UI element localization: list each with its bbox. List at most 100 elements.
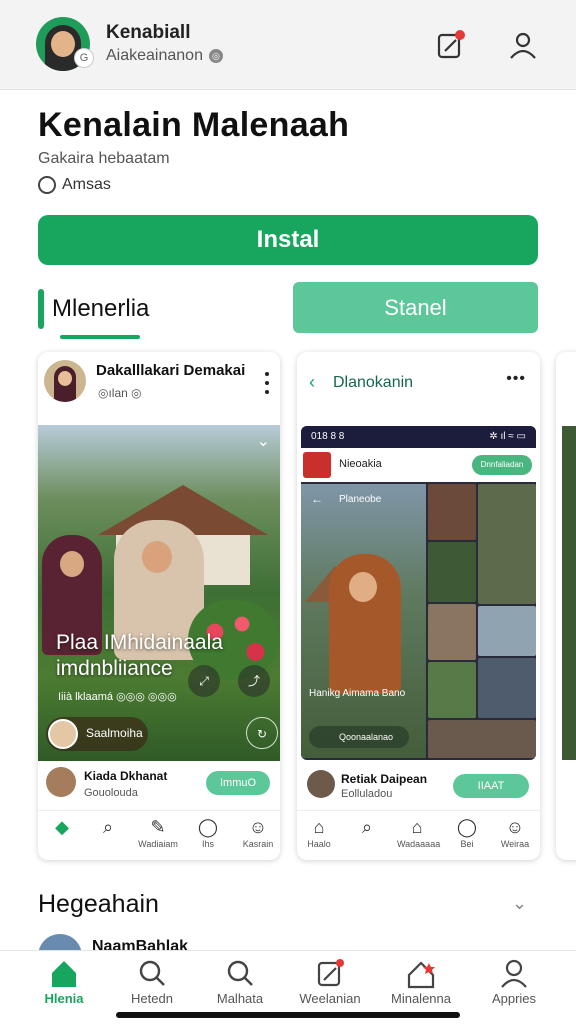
user-icon[interactable] bbox=[508, 30, 538, 60]
card-nav: ◆ ⌕ ✎ Wadiaiam ◯ Ihs ☺ Kasrain bbox=[38, 810, 280, 860]
home-icon bbox=[52, 961, 76, 987]
tab-details[interactable]: Stanel bbox=[293, 282, 538, 333]
clock-icon bbox=[38, 176, 56, 194]
card-nav-chat[interactable]: ◯ Bei bbox=[447, 817, 487, 849]
search-icon: ⌕ bbox=[361, 817, 373, 837]
house-icon bbox=[407, 961, 435, 989]
grid-photo bbox=[478, 606, 536, 656]
follow-button[interactable]: ImmuO bbox=[206, 771, 270, 795]
search-icon bbox=[139, 960, 165, 986]
grid-photo bbox=[428, 604, 476, 660]
more-icon[interactable]: ••• bbox=[506, 370, 526, 388]
image-caption: Hanikg Aimama Bano bbox=[309, 688, 406, 699]
post-overlay-meta: Iiià lklaamá ◎◎◎ ◎◎◎ bbox=[58, 691, 177, 703]
avatar[interactable] bbox=[307, 770, 335, 798]
card-nav-chat[interactable]: ◯ Ihs bbox=[188, 817, 228, 849]
grid-photo bbox=[428, 720, 536, 758]
nav-item-places[interactable]: Minalenna bbox=[373, 957, 469, 1006]
follow-button[interactable]: IIAAT bbox=[453, 774, 529, 798]
tab-overview[interactable]: Mlenerlia bbox=[38, 285, 288, 339]
card-nav-home[interactable]: ◆ bbox=[42, 817, 82, 839]
expand-icon[interactable]: ⤢ bbox=[188, 665, 220, 697]
card-nav-edit[interactable]: ✎ Wadiaiam bbox=[138, 817, 178, 849]
share-icon[interactable]: ⤴ bbox=[238, 665, 270, 697]
grid-photo bbox=[428, 484, 476, 540]
feature-image: ← Planeobe Hanikg Aimama Bano Qoonaalana… bbox=[301, 484, 426, 758]
screenshot-card-2[interactable]: ‹ Dlanokanin ••• 018 8 8 ✲ ıl ≈ ▭ Nieoaki… bbox=[297, 352, 540, 860]
post-image: ⌄ Plaa IMhidainaala imdnbliiance Iiià lk… bbox=[38, 425, 280, 761]
footer-subtitle: Eolluladou bbox=[341, 788, 393, 800]
card-nav-profile[interactable]: ☺ Weiraa bbox=[495, 817, 535, 849]
avatar[interactable] bbox=[44, 360, 86, 402]
section-title: Hegeahain bbox=[38, 890, 159, 918]
nav-item-write[interactable]: Weelanian bbox=[282, 957, 378, 1006]
footer-subtitle: Gouolouda bbox=[84, 787, 138, 799]
card-nav-profile[interactable]: ☺ Kasrain bbox=[238, 817, 278, 849]
rating-text: Amsas bbox=[62, 176, 111, 194]
app-title: Kenalain Malenaah bbox=[38, 106, 350, 144]
app-header: Nieoakia Dnnfaliadan bbox=[301, 448, 536, 482]
top-bar: G Kenabiall Aiakeainanon ◎ bbox=[0, 0, 576, 90]
edit-icon[interactable] bbox=[436, 30, 466, 60]
author-chip[interactable]: Saalmoiha bbox=[46, 717, 148, 751]
phone-screenshot: 018 8 8 ✲ ıl ≈ ▭ Nieoakia Dnnfaliadan ← P… bbox=[301, 426, 536, 760]
post-overlay-title: Plaa IMhidainaala imdnbliiance bbox=[56, 631, 223, 680]
card-nav-search[interactable]: ⌕ bbox=[347, 817, 387, 839]
chevron-down-icon[interactable]: ⌄ bbox=[257, 431, 270, 451]
avatar[interactable] bbox=[46, 767, 76, 797]
post-author-handle: ◎ılan ◎ bbox=[98, 386, 142, 400]
search-icon bbox=[227, 960, 253, 986]
grid-photo bbox=[428, 662, 476, 718]
grid-photo bbox=[428, 542, 476, 602]
nav-item-home[interactable]: Hlenia bbox=[16, 957, 112, 1006]
refresh-icon[interactable]: ↻ bbox=[246, 717, 278, 749]
user-icon: ☺ bbox=[248, 817, 268, 837]
image-title: Planeobe bbox=[339, 494, 382, 505]
avatar-face bbox=[51, 31, 75, 57]
grid-photo bbox=[478, 658, 536, 718]
card-nav-house[interactable]: ⌂ Wadaaaaa bbox=[397, 817, 440, 849]
search-icon: ⌕ bbox=[102, 817, 114, 837]
app-logo-icon bbox=[303, 452, 331, 478]
back-icon[interactable]: ← bbox=[311, 492, 323, 506]
card-title: Dlanokanin bbox=[333, 374, 414, 391]
globe-icon: ◎ bbox=[208, 48, 223, 63]
author-chip[interactable]: Qoonaalanao bbox=[309, 726, 409, 748]
avatar-face bbox=[58, 371, 72, 386]
house-icon: ⌂ bbox=[411, 817, 423, 837]
footer-name: Retiak Daipean bbox=[341, 772, 428, 786]
account-subtitle-text: Aiakeainanon bbox=[106, 47, 203, 64]
grid-photo bbox=[478, 484, 536, 604]
more-icon[interactable] bbox=[264, 372, 270, 400]
back-icon[interactable]: ‹ bbox=[309, 372, 315, 393]
nav-item-apps[interactable]: Appries bbox=[466, 957, 562, 1006]
status-icons: ✲ ıl ≈ ▭ bbox=[489, 431, 526, 442]
app-logo-icon: ◆ bbox=[55, 817, 69, 837]
nav-item-browse[interactable]: Malhata bbox=[192, 957, 288, 1006]
person-face bbox=[60, 551, 84, 577]
home-indicator[interactable] bbox=[116, 1012, 460, 1018]
chat-icon: ◯ bbox=[456, 817, 478, 837]
chevron-down-icon[interactable]: ⌄ bbox=[512, 893, 527, 914]
card-nav-search[interactable]: ⌕ bbox=[88, 817, 128, 839]
person-face bbox=[349, 572, 377, 602]
app-action-button[interactable]: Dnnfaliadan bbox=[472, 455, 532, 475]
screenshot-card-3[interactable] bbox=[556, 352, 576, 860]
nav-item-search[interactable]: Hetedn bbox=[104, 957, 200, 1006]
card-3-image bbox=[562, 426, 576, 760]
avatar-badge: G bbox=[74, 48, 94, 68]
avatar bbox=[48, 719, 78, 749]
person-face bbox=[142, 541, 172, 573]
chip-text: Saalmoiha bbox=[86, 726, 143, 740]
user-icon bbox=[501, 959, 527, 988]
rating-row: Amsas bbox=[38, 176, 111, 194]
install-button[interactable]: Instal bbox=[38, 215, 538, 265]
tab-indicator-bar bbox=[38, 289, 44, 329]
card-nav-home[interactable]: ⌂ Haalo bbox=[299, 817, 339, 849]
screenshot-card-1[interactable]: Dakalllakari Demakai ◎ılan ◎ ⌄ Plaa IMhi… bbox=[38, 352, 280, 860]
tab-underline bbox=[60, 335, 140, 339]
home-icon: ⌂ bbox=[313, 817, 325, 837]
developer-name[interactable]: Gakaira hebaatam bbox=[38, 150, 170, 168]
user-icon: ☺ bbox=[505, 817, 525, 837]
card-nav: ⌂ Haalo ⌕ ⌂ Wadaaaaa ◯ Bei ☺ Weiraa bbox=[297, 810, 540, 860]
